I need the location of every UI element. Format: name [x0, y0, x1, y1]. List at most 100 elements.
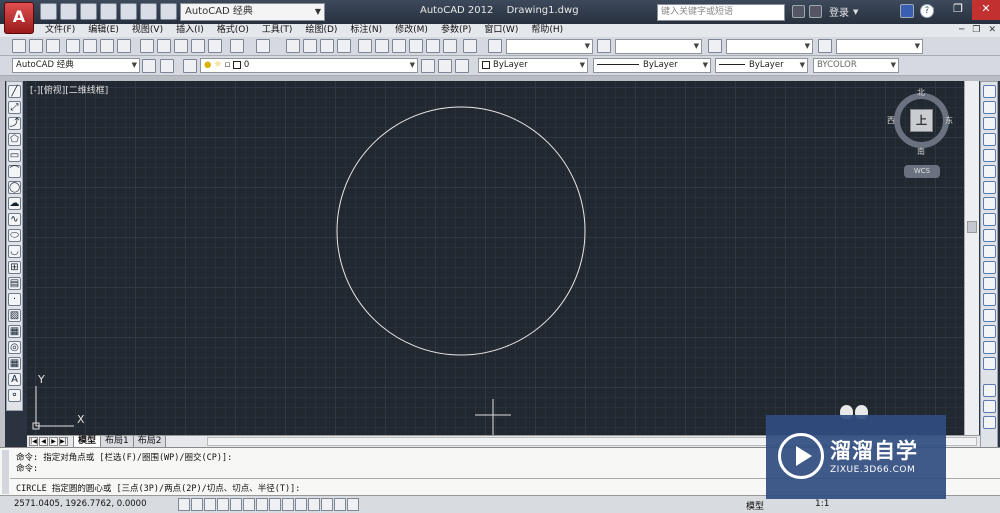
break-at-point-icon[interactable]	[983, 261, 996, 274]
user-icon[interactable]	[809, 5, 822, 18]
workspace-switcher[interactable]: AutoCAD 经典 ▼	[180, 3, 325, 21]
doc-minimize-button[interactable]: ─	[959, 24, 964, 37]
layer-previous-icon[interactable]	[438, 59, 452, 73]
object-snap-tracking-icon[interactable]	[269, 498, 281, 511]
ortho-mode-icon[interactable]	[217, 498, 229, 511]
copy-icon[interactable]	[157, 39, 171, 53]
chamfer-icon[interactable]	[983, 309, 996, 322]
move-icon[interactable]	[983, 165, 996, 178]
extend-icon[interactable]	[983, 245, 996, 258]
fillet-icon[interactable]	[983, 325, 996, 338]
copy-object-icon[interactable]	[983, 101, 996, 114]
offset-icon[interactable]	[983, 133, 996, 146]
region-icon[interactable]: ◎	[8, 341, 21, 354]
make-current-layer-icon[interactable]	[421, 59, 435, 73]
login-link[interactable]: 登录	[829, 4, 849, 19]
blend-curves-icon[interactable]	[983, 341, 996, 354]
layer-properties-icon[interactable]	[183, 59, 197, 73]
polyline-icon[interactable]: ⤴	[8, 117, 21, 130]
open-icon[interactable]	[60, 3, 77, 20]
markup-icon[interactable]	[426, 39, 440, 53]
menu-draw[interactable]: 绘图(D)	[305, 24, 337, 37]
layer-dropdown[interactable]: ● ☼ ▫ 0 ▼	[200, 58, 418, 73]
draw-order-front-icon[interactable]	[983, 400, 996, 413]
command-input[interactable]: CIRCLE 指定圆的圆心或 [三点(3P)/两点(2P)/切点、切点、半径(T…	[16, 482, 300, 494]
annotation-scale[interactable]: 1:1	[815, 499, 829, 509]
spline-icon[interactable]: ∿	[8, 213, 21, 226]
circle-entity[interactable]	[336, 106, 586, 356]
make-block-icon[interactable]: ▤	[8, 277, 21, 290]
binoculars-icon[interactable]	[792, 5, 805, 18]
new-icon[interactable]	[40, 3, 57, 20]
grid-display-icon[interactable]	[204, 498, 216, 511]
arc-icon[interactable]: ⌒	[8, 165, 21, 178]
compass-south[interactable]: 南	[917, 146, 925, 157]
tool-palettes-icon[interactable]	[392, 39, 406, 53]
design-center-icon[interactable]	[375, 39, 389, 53]
zoom-realtime-icon[interactable]	[303, 39, 317, 53]
plot-icon[interactable]	[66, 39, 80, 53]
text-style-dropdown[interactable]: ▼	[506, 39, 593, 54]
compass-east[interactable]: 东	[945, 115, 953, 126]
scale-icon[interactable]	[983, 197, 996, 210]
table-style-dropdown[interactable]: ▼	[726, 39, 813, 54]
redo-icon[interactable]	[256, 39, 270, 53]
draw-order-icon[interactable]	[983, 384, 996, 397]
next-tab-icon[interactable]: ▶	[49, 437, 58, 446]
explode-icon[interactable]	[983, 357, 996, 370]
line-icon[interactable]: ╱	[8, 85, 21, 98]
ellipse-icon[interactable]: ⬭	[8, 229, 21, 242]
infer-constraints-icon[interactable]	[178, 498, 190, 511]
menu-file[interactable]: 文件(F)	[45, 24, 75, 37]
table-icon[interactable]: ▦	[8, 357, 21, 370]
undo-icon[interactable]	[230, 39, 244, 53]
application-menu-button[interactable]: A	[4, 2, 34, 34]
point-icon[interactable]: ·	[8, 293, 21, 306]
open-icon[interactable]	[29, 39, 43, 53]
dynamic-input-icon[interactable]	[295, 498, 307, 511]
menu-parametric[interactable]: 参数(P)	[441, 24, 471, 37]
add-selected-icon[interactable]: ⚬	[8, 389, 21, 402]
mirror-icon[interactable]	[983, 117, 996, 130]
selection-cycling-icon[interactable]	[347, 498, 359, 511]
menu-view[interactable]: 视图(V)	[132, 24, 163, 37]
quickcalc-icon[interactable]	[443, 39, 457, 53]
color-dropdown[interactable]: ByLayer ▼	[478, 58, 588, 73]
properties-icon[interactable]	[358, 39, 372, 53]
lineweight-dropdown[interactable]: ByLayer ▼	[715, 58, 808, 73]
stretch-icon[interactable]	[983, 213, 996, 226]
help-icon[interactable]	[463, 39, 477, 53]
pan-icon[interactable]	[286, 39, 300, 53]
minimize-button[interactable]: ─	[916, 0, 944, 20]
wcs-menu[interactable]: WCS	[904, 165, 940, 178]
search-input[interactable]: 键入关键字或短语	[657, 4, 785, 21]
command-window-handle[interactable]	[2, 450, 9, 494]
chevron-down-icon[interactable]: ▼	[853, 8, 858, 16]
menu-insert[interactable]: 插入(I)	[176, 24, 204, 37]
menu-window[interactable]: 窗口(W)	[484, 24, 518, 37]
revision-cloud-icon[interactable]: ☁	[8, 197, 21, 210]
array-icon[interactable]	[983, 149, 996, 162]
menu-edit[interactable]: 编辑(E)	[88, 24, 119, 37]
customize-icon[interactable]	[160, 59, 174, 73]
compass-north[interactable]: 北	[917, 87, 925, 98]
hatch-icon[interactable]: ▨	[8, 309, 21, 322]
publish-icon[interactable]	[100, 39, 114, 53]
linetype-dropdown[interactable]: ByLayer ▼	[593, 58, 711, 73]
zoom-window-icon[interactable]	[320, 39, 334, 53]
drawing-canvas[interactable]: [-][俯视][二维线框] Y X 上 北 南 西 东 WCS	[27, 81, 964, 435]
last-tab-icon[interactable]: ▶|	[59, 437, 68, 446]
multiline-text-icon[interactable]: A	[8, 373, 21, 386]
save-icon[interactable]	[80, 3, 97, 20]
cut-icon[interactable]	[140, 39, 154, 53]
circle-icon[interactable]: ◯	[8, 181, 21, 194]
rectangle-icon[interactable]: ▭	[8, 149, 21, 162]
paste-icon[interactable]	[174, 39, 188, 53]
save-icon[interactable]	[46, 39, 60, 53]
zoom-previous-icon[interactable]	[337, 39, 351, 53]
vertical-scrollbar[interactable]	[964, 81, 979, 435]
dim-style-dropdown[interactable]: ▼	[615, 39, 702, 54]
ellipse-arc-icon[interactable]: ◡	[8, 245, 21, 258]
close-button[interactable]: ✕	[972, 0, 1000, 20]
erase-icon[interactable]	[983, 85, 996, 98]
